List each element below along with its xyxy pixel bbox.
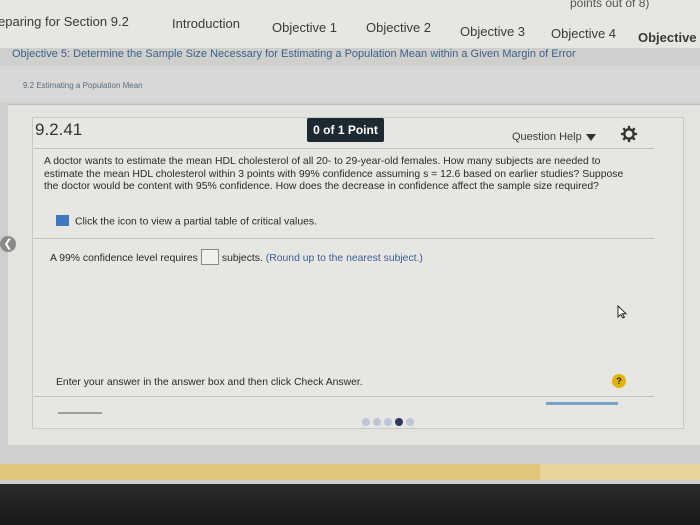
progress-fill — [0, 464, 540, 480]
loading-dot — [395, 418, 403, 426]
dash-mark — [58, 412, 102, 414]
gear-icon[interactable] — [620, 125, 638, 143]
question-number: 9.2.41 — [35, 120, 83, 139]
answer-line: A 99% confidence level requires subjects.… — [50, 249, 423, 266]
tab-objective-1[interactable]: Objective 1 — [272, 20, 337, 35]
score-count: points out of 8) — [570, 0, 650, 10]
mouse-cursor-icon — [617, 305, 627, 319]
question-help-button[interactable]: Question Help — [512, 131, 596, 143]
tab-objective-4[interactable]: Objective 4 — [551, 26, 616, 41]
tab-objective-3[interactable]: Objective 3 — [460, 24, 525, 39]
answer-input[interactable] — [200, 249, 219, 265]
chevron-down-icon — [585, 133, 596, 141]
tab-preparing[interactable]: eparing for Section 9.2 — [0, 14, 129, 29]
question-text: A doctor wants to estimate the mean HDL … — [44, 156, 624, 192]
loading-dot — [373, 418, 381, 426]
tab-objective-5[interactable]: Objective — [638, 30, 697, 45]
instruction-text: Enter your answer in the answer box and … — [56, 377, 363, 388]
question-help-label: Question Help — [512, 131, 582, 143]
tab-introduction[interactable]: Introduction — [172, 16, 240, 31]
table-icon[interactable] — [56, 215, 69, 226]
objective-title: Objective 5: Determine the Sample Size N… — [12, 48, 576, 60]
loading-dot — [406, 418, 414, 426]
previous-arrow-icon[interactable]: ❮ — [0, 236, 16, 252]
loading-dot — [384, 418, 392, 426]
divider — [34, 238, 654, 239]
check-answer-bar[interactable] — [546, 402, 618, 405]
answer-prefix: A 99% confidence level requires — [50, 252, 198, 264]
answer-suffix: subjects. — [221, 252, 263, 264]
tab-objective-2[interactable]: Objective 2 — [366, 20, 431, 35]
loading-dot — [362, 418, 370, 426]
breadcrumb[interactable]: 9.2 Estimating a Population Mean — [23, 81, 143, 90]
divider — [34, 148, 654, 149]
hint-text: Click the icon to view a partial table o… — [75, 216, 317, 228]
divider — [34, 396, 654, 397]
loading-dots — [362, 413, 417, 431]
critical-values-hint[interactable]: Click the icon to view a partial table o… — [56, 215, 317, 228]
help-icon[interactable]: ? — [612, 374, 626, 388]
rounding-note: (Round up to the nearest subject.) — [265, 252, 423, 264]
screen-bezel — [0, 484, 700, 525]
points-badge: 0 of 1 Point — [307, 118, 384, 142]
